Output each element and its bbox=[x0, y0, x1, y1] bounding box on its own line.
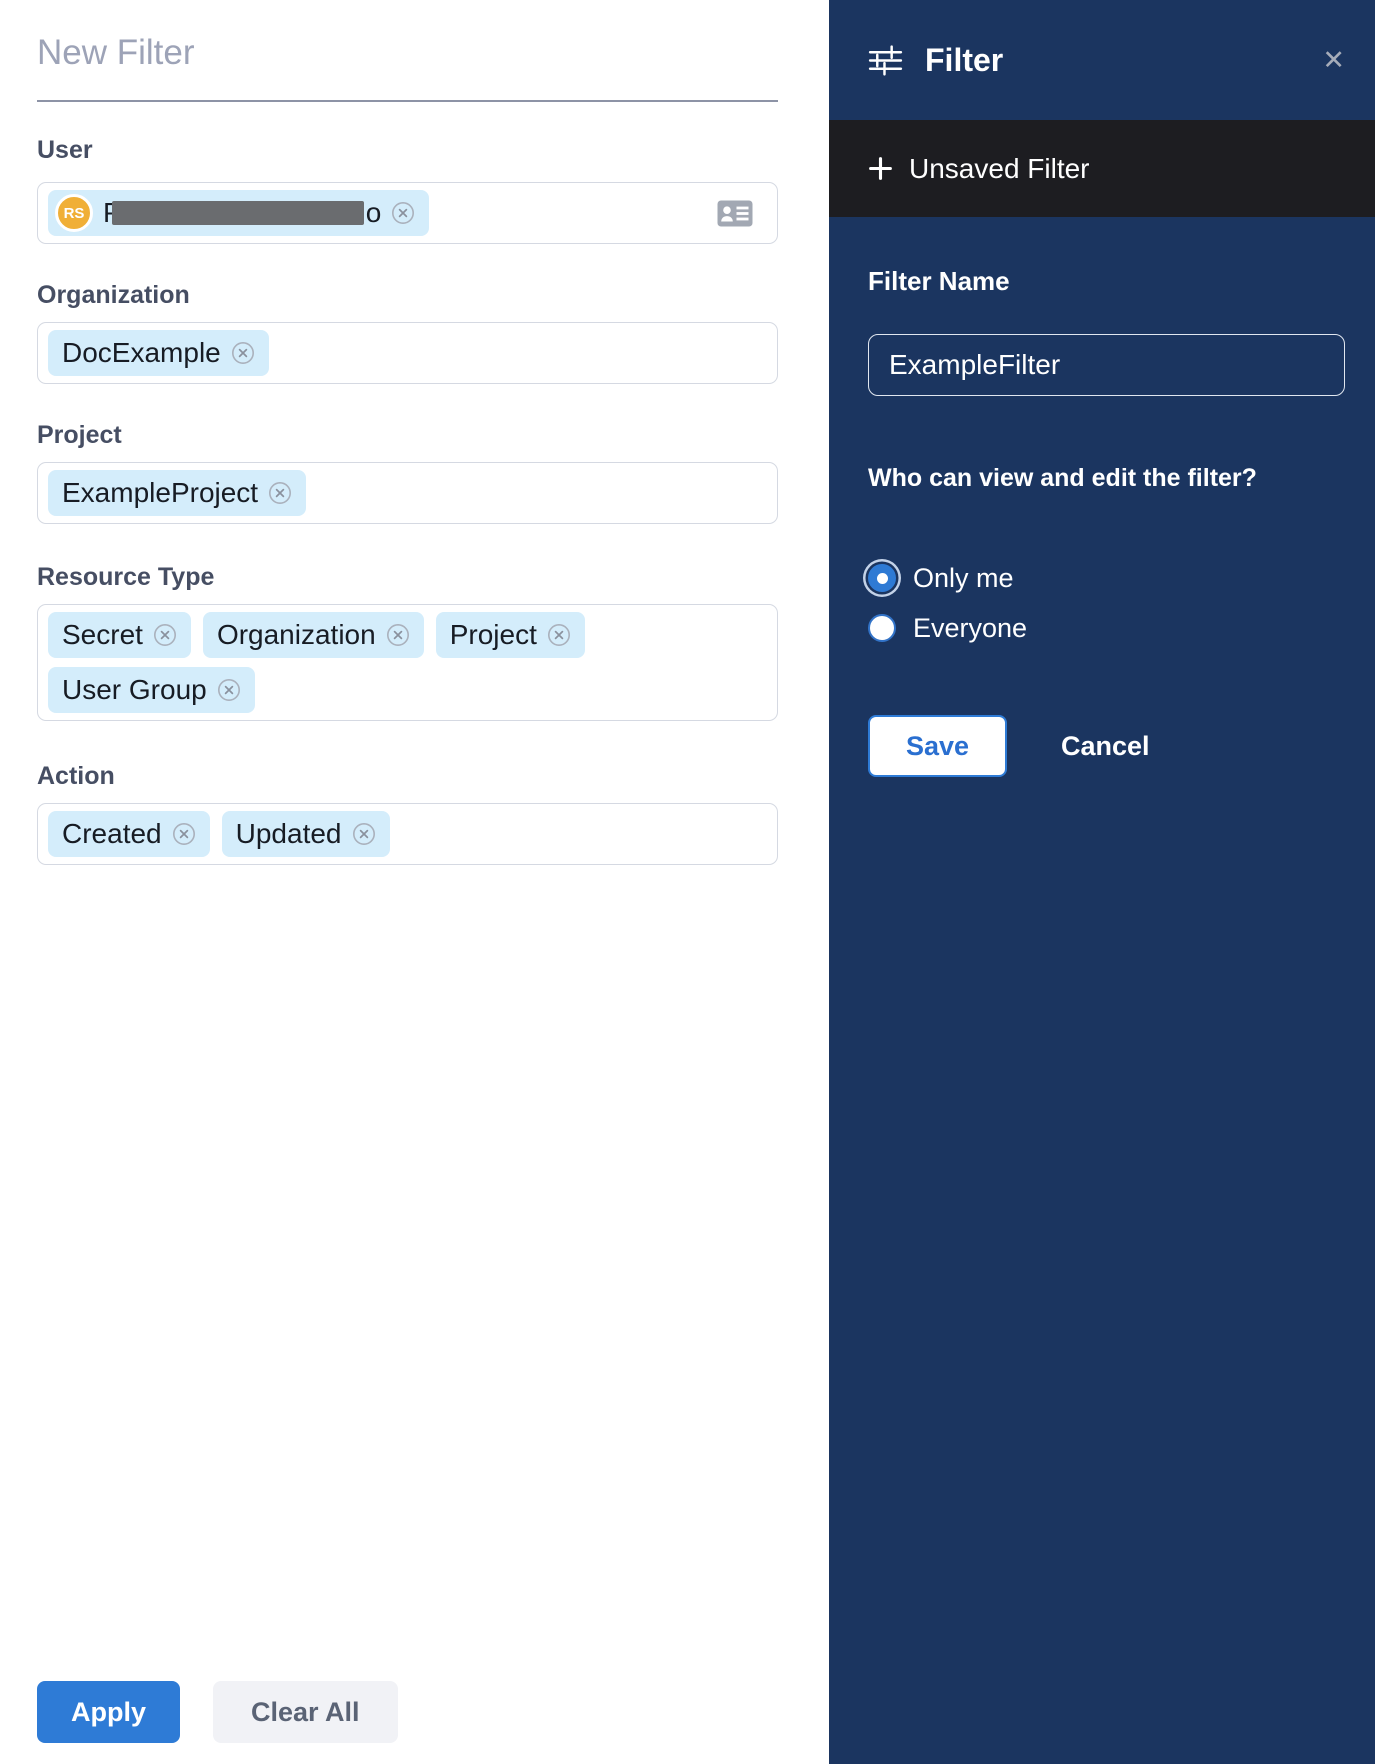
radio-everyone[interactable]: Everyone bbox=[868, 603, 1345, 653]
unsaved-filter-label: Unsaved Filter bbox=[909, 153, 1090, 185]
save-button[interactable]: Save bbox=[868, 715, 1007, 777]
resource-type-field-label: Resource Type bbox=[37, 562, 778, 592]
user-name-redacted: Po bbox=[103, 197, 381, 229]
user-name-end: o bbox=[366, 197, 382, 229]
user-chip: RS Po bbox=[48, 190, 429, 236]
remove-secret-chip-icon[interactable] bbox=[153, 623, 177, 647]
remove-user-chip-icon[interactable] bbox=[391, 201, 415, 225]
close-icon[interactable]: ✕ bbox=[1322, 47, 1345, 74]
chip-label: Secret bbox=[62, 619, 143, 651]
action-chip: Created bbox=[48, 811, 210, 857]
radio-selected-icon bbox=[868, 564, 896, 592]
remove-created-chip-icon[interactable] bbox=[172, 822, 196, 846]
filter-name-label: Filter Name bbox=[868, 266, 1345, 297]
sliders-icon bbox=[867, 42, 904, 79]
clear-all-button[interactable]: Clear All bbox=[213, 1681, 398, 1743]
user-field[interactable]: RS Po bbox=[37, 182, 778, 244]
chip-label: Updated bbox=[236, 818, 342, 850]
organization-field-label: Organization bbox=[37, 280, 778, 310]
chip-label: User Group bbox=[62, 674, 207, 706]
plus-icon bbox=[867, 155, 894, 182]
radio-unselected-icon bbox=[868, 614, 896, 642]
remove-organization-type-chip-icon[interactable] bbox=[386, 623, 410, 647]
permission-radio-group: Only me Everyone bbox=[868, 553, 1345, 653]
project-field-label: Project bbox=[37, 420, 778, 450]
remove-organization-chip-icon[interactable] bbox=[231, 341, 255, 365]
resource-type-chip: Organization bbox=[203, 612, 424, 658]
filter-sidebar: Filter ✕ Unsaved Filter Filter Name Who … bbox=[829, 0, 1375, 1764]
filter-sidebar-header: Filter ✕ bbox=[829, 0, 1375, 120]
cancel-button[interactable]: Cancel bbox=[1061, 731, 1150, 762]
contact-card-icon[interactable] bbox=[717, 200, 753, 227]
organization-chip: DocExample bbox=[48, 330, 269, 376]
sidebar-actions: Save Cancel bbox=[868, 715, 1345, 777]
chip-label: Project bbox=[450, 619, 537, 651]
action-chip: Updated bbox=[222, 811, 390, 857]
filter-name-input[interactable] bbox=[868, 334, 1345, 396]
remove-project-type-chip-icon[interactable] bbox=[547, 623, 571, 647]
remove-updated-chip-icon[interactable] bbox=[352, 822, 376, 846]
organization-field[interactable]: DocExample bbox=[37, 322, 778, 384]
filter-editor-panel: New Filter User RS Po Organization DocEx… bbox=[0, 0, 829, 1764]
remove-project-chip-icon[interactable] bbox=[268, 481, 292, 505]
filter-sidebar-body: Filter Name Who can view and edit the fi… bbox=[829, 217, 1375, 777]
apply-button[interactable]: Apply bbox=[37, 1681, 180, 1743]
project-field[interactable]: ExampleProject bbox=[37, 462, 778, 524]
resource-type-chip: User Group bbox=[48, 667, 255, 713]
resource-type-chip: Secret bbox=[48, 612, 191, 658]
chip-label: Organization bbox=[217, 619, 376, 651]
permission-question: Who can view and edit the filter? bbox=[868, 464, 1345, 493]
unsaved-filter-tab[interactable]: Unsaved Filter bbox=[829, 120, 1375, 217]
avatar: RS bbox=[55, 194, 93, 232]
filter-title-input[interactable]: New Filter bbox=[37, 0, 778, 75]
radio-only-me[interactable]: Only me bbox=[868, 553, 1345, 603]
resource-type-chip: Project bbox=[436, 612, 585, 658]
remove-user-group-chip-icon[interactable] bbox=[217, 678, 241, 702]
chip-label: Created bbox=[62, 818, 162, 850]
project-chip: ExampleProject bbox=[48, 470, 306, 516]
user-field-label: User bbox=[37, 135, 778, 165]
radio-label: Everyone bbox=[913, 613, 1027, 644]
title-underline bbox=[37, 100, 778, 102]
sidebar-title: Filter bbox=[925, 42, 1003, 79]
chip-label: ExampleProject bbox=[62, 477, 258, 509]
action-field-label: Action bbox=[37, 761, 778, 791]
radio-label: Only me bbox=[913, 563, 1014, 594]
action-field[interactable]: Created Updated bbox=[37, 803, 778, 865]
resource-type-field[interactable]: Secret Organization Project User Group bbox=[37, 604, 778, 721]
redaction-bar bbox=[112, 201, 364, 225]
chip-label: DocExample bbox=[62, 337, 221, 369]
